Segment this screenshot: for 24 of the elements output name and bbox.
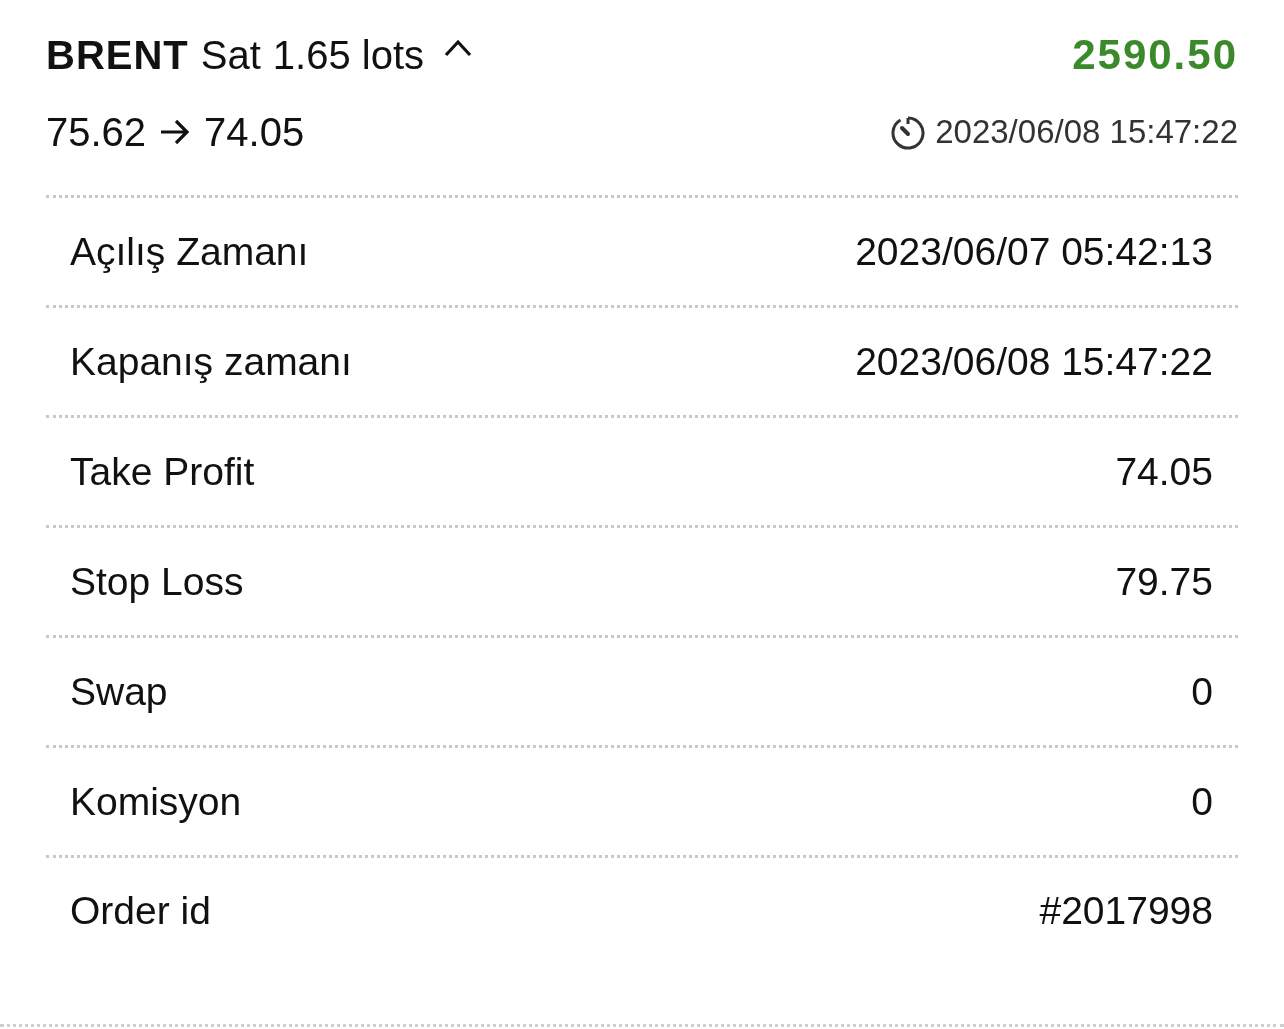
trade-volume: 1.65 lots [272, 32, 425, 78]
detail-label: Kapanış zamanı [70, 338, 352, 385]
profit-amount: 2590.50 [1072, 31, 1238, 79]
detail-value: 0 [1191, 778, 1213, 825]
open-price: 75.62 [46, 109, 147, 155]
detail-value: 79.75 [1115, 558, 1213, 605]
close-time: 2023/06/08 15:47:22 [935, 113, 1238, 151]
detail-label: Take Profit [70, 448, 255, 495]
detail-label: Komisyon [70, 778, 242, 825]
detail-label: Açılış Zamanı [70, 228, 309, 275]
symbol-name: BRENT [46, 32, 189, 78]
detail-label: Order id [70, 888, 211, 934]
detail-label: Swap [70, 668, 168, 715]
detail-value: 0 [1191, 668, 1213, 715]
close-price: 74.05 [204, 109, 305, 155]
detail-value: 2023/06/07 05:42:13 [855, 228, 1213, 275]
stopwatch-icon [891, 114, 926, 150]
detail-value: 2023/06/08 15:47:22 [855, 338, 1213, 385]
detail-value: 74.05 [1115, 448, 1213, 495]
chevron-up-icon[interactable] [444, 39, 473, 57]
trade-side: Sat [200, 32, 261, 78]
detail-value: #2017998 [1039, 888, 1213, 934]
arrow-right-icon [160, 119, 191, 145]
detail-label: Stop Loss [70, 558, 244, 605]
